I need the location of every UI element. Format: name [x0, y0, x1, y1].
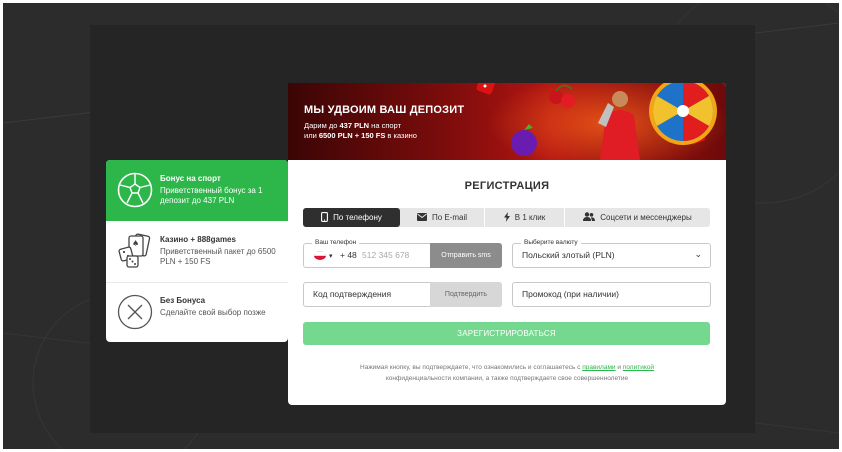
phone-input[interactable]: 512 345 678: [362, 250, 409, 260]
terms-part: и: [615, 364, 623, 371]
tab-label: По E-mail: [431, 213, 468, 222]
confirmation-code-field[interactable]: Код подтверждения Подтвердить: [303, 282, 502, 307]
poland-flag-icon[interactable]: [314, 251, 326, 260]
chevron-down-icon[interactable]: ▾: [329, 252, 333, 260]
phone-label: Ваш телефон: [312, 239, 360, 246]
bonus-desc: Сделайте свой выбор позже: [160, 308, 266, 317]
banner-text: Дарим до: [304, 121, 340, 130]
envelope-icon: [416, 212, 427, 223]
bonus-desc: Приветственный пакет до 6500 PLN + 150 F…: [160, 247, 276, 266]
terms-part: конфиденциальности компании, а также под…: [385, 375, 629, 382]
promo-code-input[interactable]: Промокод (при наличии): [522, 289, 619, 299]
bonus-selector: Бонус на спорт Приветственный бонус за 1…: [106, 160, 288, 342]
policy-link[interactable]: политикой: [623, 364, 654, 371]
tab-label: По телефону: [333, 213, 382, 222]
banner-amount: 6500 PLN + 150 FS: [318, 131, 386, 140]
bonus-title: Казино + 888games: [160, 235, 236, 244]
banner-subtitle: Дарим до 437 PLN на спорт или 6500 PLN +…: [304, 121, 504, 141]
registration-card: МЫ УДВОИМ ВАШ ДЕПОЗИТ Дарим до 437 PLN н…: [288, 83, 726, 405]
page: Бонус на спорт Приветственный бонус за 1…: [0, 0, 842, 452]
tab-email[interactable]: По E-mail: [400, 208, 484, 227]
terms-part: Нажимая кнопку, вы подтверждаете, что оз…: [360, 364, 583, 371]
close-icon: [117, 294, 153, 330]
currency-label: Выберите валюту: [521, 239, 581, 246]
currency-select[interactable]: Выберите валюту Польский злотый (PLN) ⌄: [512, 239, 711, 268]
tab-socials[interactable]: Соцсети и мессенджеры: [565, 208, 710, 227]
banner-text: в казино: [385, 131, 417, 140]
rules-link[interactable]: правилами: [582, 364, 615, 371]
terms-text: Нажимая кнопку, вы подтверждаете, что оз…: [328, 362, 686, 384]
svg-text:♠: ♠: [132, 239, 139, 248]
bonus-option-casino[interactable]: ♠ Казино + 888games Приветственный пакет…: [106, 221, 288, 283]
bonus-option-sport[interactable]: Бонус на спорт Приветственный бонус за 1…: [106, 160, 288, 221]
bonus-desc: Приветственный бонус за 1 депозит до 437…: [160, 186, 263, 205]
bonus-title: Бонус на спорт: [160, 174, 221, 183]
register-button[interactable]: ЗАРЕГИСТРИРОВАТЬСЯ: [303, 322, 710, 345]
bonus-title: Без Бонуса: [160, 296, 206, 305]
tab-phone[interactable]: По телефону: [303, 208, 400, 227]
tab-one-click[interactable]: В 1 клик: [485, 208, 564, 227]
tab-label: В 1 клик: [514, 213, 546, 222]
soccer-ball-icon: [117, 172, 153, 208]
banner-text: на спорт: [369, 121, 401, 130]
banner-title: МЫ УДВОИМ ВАШ ДЕПОЗИТ: [304, 104, 465, 116]
page-title: РЕГИСТРАЦИЯ: [464, 180, 550, 192]
banner-amount: 437 PLN: [339, 121, 370, 130]
send-sms-button[interactable]: Отправить sms: [430, 243, 502, 268]
chevron-down-icon: ⌄: [694, 249, 702, 259]
users-icon: [583, 212, 596, 223]
tab-label: Соцсети и мессенджеры: [600, 213, 692, 222]
confirm-button[interactable]: Подтвердить: [430, 282, 502, 307]
lightning-icon: [503, 211, 510, 224]
banner-text: или: [304, 131, 319, 140]
promo-banner: МЫ УДВОИМ ВАШ ДЕПОЗИТ Дарим до 437 PLN н…: [288, 83, 726, 160]
country-code: + 48: [340, 250, 357, 260]
confirmation-code-input[interactable]: Код подтверждения: [313, 289, 391, 299]
promo-code-field[interactable]: Промокод (при наличии): [512, 282, 711, 307]
currency-value: Польский злотый (PLN): [522, 250, 615, 260]
bonus-option-none[interactable]: Без Бонуса Сделайте свой выбор позже: [106, 282, 288, 342]
phone-icon: [321, 211, 329, 224]
phone-field: Ваш телефон ▾ + 48 512 345 678 Отправить…: [303, 239, 502, 268]
dice-cards-icon: ♠: [118, 233, 151, 268]
registration-tabs: По телефону По E-mail В 1 клик Соцсети и…: [303, 208, 710, 227]
